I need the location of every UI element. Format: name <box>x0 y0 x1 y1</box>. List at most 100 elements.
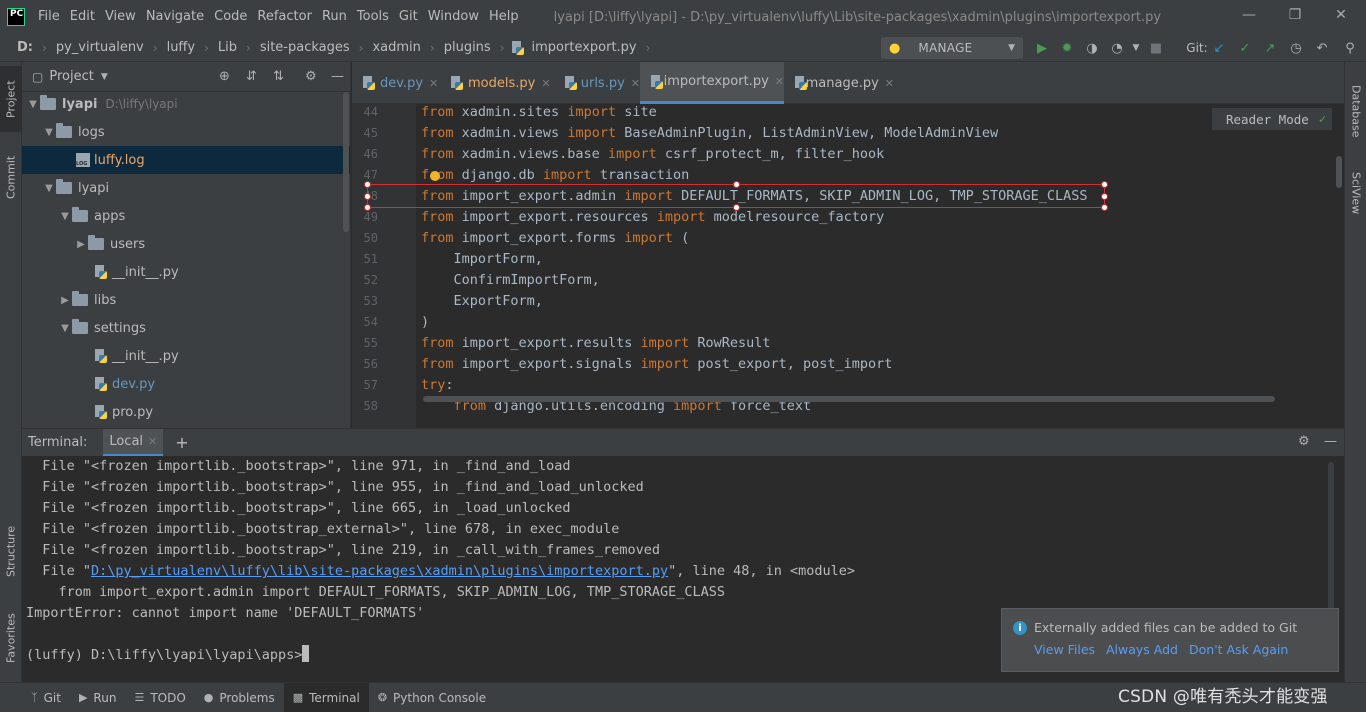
menu-file[interactable]: File <box>33 0 65 34</box>
menu-refactor[interactable]: Refactor <box>252 0 317 34</box>
gear-icon[interactable]: ⚙ <box>305 69 317 84</box>
minimize-icon[interactable]: — <box>1226 0 1272 30</box>
profile-icon[interactable]: ◔ <box>1109 40 1125 56</box>
tree-item-users[interactable]: ▶ users <box>22 230 350 258</box>
tool-window-todo[interactable]: ☰ TODO <box>125 683 194 712</box>
menu-tools[interactable]: Tools <box>352 0 394 34</box>
chevron-down-icon[interactable]: ▼ <box>26 99 40 110</box>
gear-icon[interactable]: ⚙ <box>1298 434 1310 449</box>
menu-window[interactable]: Window <box>423 0 484 34</box>
tool-window-structure[interactable]: Structure <box>0 512 22 590</box>
tab-importexport-py[interactable]: importexport.py ✕ <box>640 62 784 104</box>
chevron-down-icon[interactable]: ▼ <box>1128 40 1144 56</box>
tool-window-project[interactable]: Project <box>0 66 22 132</box>
close-icon[interactable]: ✕ <box>148 435 157 448</box>
tree-item-dev-py[interactable]: dev.py <box>22 370 350 398</box>
terminal-prompt[interactable]: (luffy) D:\liffy\lyapi\lyapi\apps> <box>26 645 310 666</box>
restore-icon[interactable]: ❐ <box>1272 0 1318 30</box>
add-terminal-icon[interactable]: + <box>175 433 188 452</box>
tree-item-luffy-log[interactable]: luffy.log <box>22 146 350 174</box>
close-icon[interactable]: ✕ <box>885 77 894 90</box>
search-icon[interactable]: ⚲ <box>1342 40 1358 56</box>
git-commit-icon[interactable]: ✓ <box>1237 40 1253 56</box>
tool-window-python-console[interactable]: ❂ Python Console <box>369 683 495 712</box>
always-add-link[interactable]: Always Add <box>1106 642 1178 657</box>
tool-window-sciview[interactable]: SciView <box>1345 160 1366 226</box>
tree-item-init-py[interactable]: __init__.py <box>22 258 350 286</box>
tree-item-lyapi[interactable]: ▼ lyapi <box>22 174 350 202</box>
tab-manage-py[interactable]: manage.py ✕ <box>784 62 894 104</box>
tool-window-problems[interactable]: ● Problems <box>195 683 284 712</box>
resize-handle[interactable] <box>1101 204 1108 211</box>
tool-window-database[interactable]: Database <box>1345 70 1366 152</box>
breadcrumb-item[interactable]: py_virtualenv <box>53 40 147 55</box>
menu-navigate[interactable]: Navigate <box>141 0 209 34</box>
reader-mode-button[interactable]: Reader Mode ✓ <box>1212 108 1332 130</box>
chevron-down-icon[interactable]: ▼ <box>42 183 56 194</box>
chevron-right-icon[interactable]: ▶ <box>58 295 72 306</box>
close-icon[interactable]: ✕ <box>429 77 438 90</box>
close-icon[interactable]: ✕ <box>631 77 640 90</box>
scrollbar[interactable] <box>343 92 349 232</box>
chevron-down-icon[interactable]: ▼ <box>58 323 72 334</box>
tree-item-pro-py[interactable]: pro.py <box>22 398 350 426</box>
lightbulb-icon[interactable] <box>430 171 440 181</box>
run-icon[interactable]: ▶ <box>1034 40 1050 56</box>
hide-icon[interactable]: — <box>331 69 344 84</box>
menu-help[interactable]: Help <box>484 0 524 34</box>
tab-models-py[interactable]: models.py ✕ <box>440 62 554 104</box>
close-icon[interactable]: ✕ <box>541 77 550 90</box>
locate-icon[interactable]: ⊕ <box>219 69 230 84</box>
tool-window-commit[interactable]: Commit <box>0 142 22 212</box>
tool-window-terminal[interactable]: ▩ Terminal <box>283 682 369 712</box>
tree-item-settings[interactable]: ▼ settings <box>22 314 350 342</box>
coverage-icon[interactable]: ◑ <box>1084 40 1100 56</box>
breadcrumb-item[interactable]: Lib <box>215 40 240 55</box>
tree-item-libs[interactable]: ▶ libs <box>22 286 350 314</box>
chevron-down-icon[interactable]: ▼ <box>101 72 108 82</box>
menu-code[interactable]: Code <box>209 0 252 34</box>
close-icon[interactable]: ✕ <box>775 75 784 88</box>
run-configuration-select[interactable]: ● MANAGE ▼ <box>881 37 1023 59</box>
resize-handle[interactable] <box>1101 181 1108 188</box>
tool-window-run[interactable]: ▶ Run <box>70 683 125 712</box>
breadcrumb-item[interactable]: plugins <box>441 40 494 55</box>
tab-urls-py[interactable]: urls.py ✕ <box>554 62 640 104</box>
tab-local-terminal[interactable]: Local ✕ <box>103 428 164 457</box>
tree-item-lyapi-root[interactable]: ▼ lyapi D:\liffy\lyapi <box>22 90 350 118</box>
resize-handle[interactable] <box>1101 193 1108 200</box>
tool-window-favorites[interactable]: Favorites <box>0 600 22 676</box>
tree-item-logs[interactable]: ▼ logs <box>22 118 350 146</box>
breadcrumb-item[interactable]: D: <box>14 40 36 55</box>
view-files-link[interactable]: View Files <box>1034 642 1095 657</box>
chevron-down-icon[interactable]: ▼ <box>58 211 72 222</box>
rollback-icon[interactable]: ↶ <box>1314 40 1330 56</box>
history-icon[interactable]: ◷ <box>1288 40 1304 56</box>
collapse-all-icon[interactable]: ⇅ <box>273 69 284 84</box>
git-update-icon[interactable]: ↙ <box>1211 40 1227 56</box>
horizontal-scrollbar[interactable] <box>423 396 1275 402</box>
debug-icon[interactable]: ✹ <box>1059 40 1075 56</box>
project-panel-title[interactable]: Project <box>49 69 93 84</box>
tab-dev-py[interactable]: dev.py ✕ <box>352 62 440 104</box>
tool-window-git[interactable]: ᛉ Git <box>22 683 70 712</box>
menu-run[interactable]: Run <box>317 0 352 34</box>
expand-all-icon[interactable]: ⇵ <box>246 69 257 84</box>
breadcrumb-item[interactable]: importexport.py <box>529 40 640 55</box>
scrollbar[interactable] <box>1336 156 1342 188</box>
menu-git[interactable]: Git <box>394 0 423 34</box>
breadcrumb-item[interactable]: xadmin <box>369 40 423 55</box>
git-push-icon[interactable]: ↗ <box>1262 40 1278 56</box>
menu-edit[interactable]: Edit <box>65 0 100 34</box>
file-path-link[interactable]: D:\py_virtualenv\luffy\lib\site-packages… <box>91 563 668 579</box>
close-icon[interactable]: ✕ <box>1318 0 1364 30</box>
menu-view[interactable]: View <box>100 0 141 34</box>
tree-item-apps[interactable]: ▼ apps <box>22 202 350 230</box>
chevron-right-icon[interactable]: ▶ <box>74 239 88 250</box>
breadcrumb-item[interactable]: luffy <box>164 40 199 55</box>
code-editor[interactable]: 44 45 46 47 48 49 50 51 52 53 54 55 56 5… <box>352 104 1344 428</box>
breadcrumb-item[interactable]: site-packages <box>257 40 353 55</box>
dont-ask-again-link[interactable]: Don't Ask Again <box>1189 642 1288 657</box>
hide-icon[interactable]: — <box>1324 434 1337 449</box>
stop-icon[interactable]: ■ <box>1148 40 1164 56</box>
